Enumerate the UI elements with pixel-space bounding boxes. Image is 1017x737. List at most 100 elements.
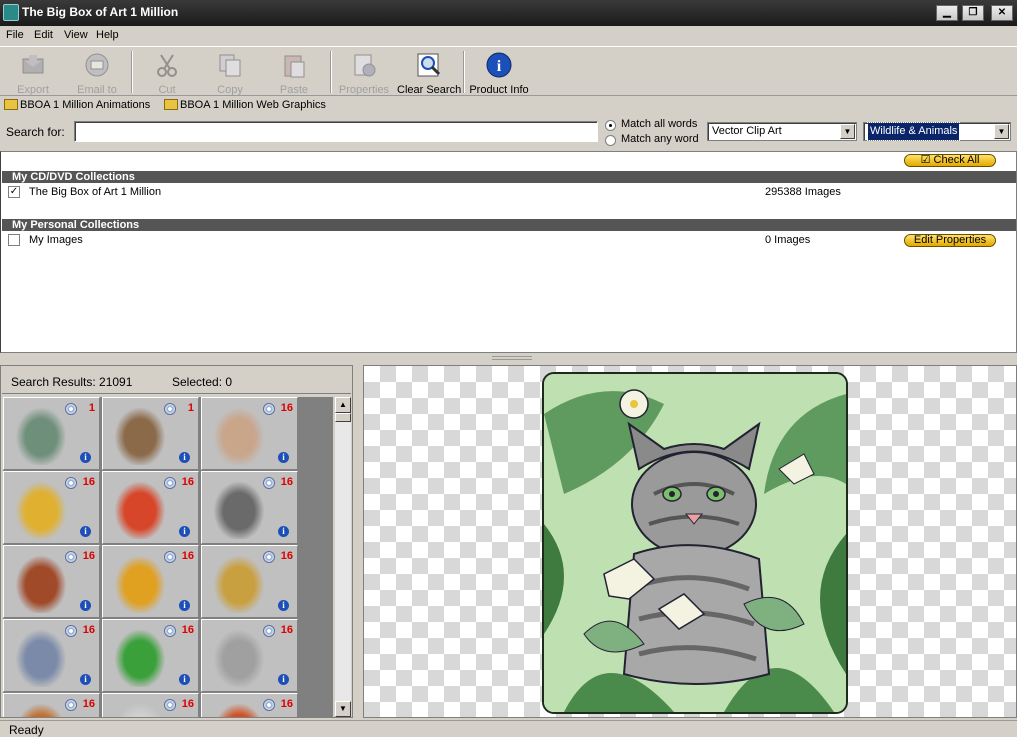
disc-icon [65,551,77,563]
properties-button[interactable]: Properties [338,49,390,96]
search-input[interactable] [74,121,598,142]
thumbnail-heron[interactable]: 16 i [201,619,298,692]
thumbnail-hippo[interactable]: 1i [102,397,199,470]
thumbnail-image [111,625,169,687]
collection-count: 0 Images [765,234,811,246]
check-all-button[interactable]: ☑ Check All [904,154,996,167]
disc-count: 16 [280,550,293,562]
collection-checkbox[interactable]: ✓ [8,186,20,198]
copy-button[interactable]: Copy [210,49,250,96]
cut-button[interactable]: Cut [147,49,187,96]
results-scrollbar[interactable]: ▲ ▼ [335,397,351,717]
paste-button[interactable]: Paste [274,49,314,96]
disc-icon [164,551,176,563]
disc-icon [263,699,275,711]
scroll-down-button[interactable]: ▼ [335,701,351,717]
info-icon[interactable]: i [179,674,190,685]
scroll-up-button[interactable]: ▲ [335,397,351,413]
thumbnail-image [111,551,169,613]
thumbnail-lion[interactable]: 16 i [3,471,100,544]
match-any-radio[interactable] [605,135,616,146]
info-icon[interactable]: i [179,452,190,463]
splitter-grip[interactable] [492,356,532,360]
info-icon[interactable]: i [278,452,289,463]
disc-count: 16 [181,476,194,488]
thumbnail-image [210,403,268,465]
match-all-radio[interactable] [605,120,616,131]
clear-search-icon [415,51,443,79]
product-info-button[interactable]: i Product Info [468,49,530,96]
disc-count: 16 [280,476,293,488]
thumbnail-dragon[interactable]: 16 i [102,619,199,692]
disc-icon [65,625,77,637]
thumbnail-image [12,551,70,613]
disc-count: 16 [280,624,293,636]
thumbnail-lynx-photo[interactable]: 1i [3,397,100,470]
menu-view[interactable]: View [64,29,88,41]
maximize-button[interactable]: ❐ [962,5,984,21]
thumbnail-horse[interactable]: 16 i [201,397,298,470]
search-bar: Search for: Match all words Match any wo… [0,117,1017,147]
results-panel: Search Results: 21091 Selected: 0 1 i 1 i 16… [0,365,353,718]
close-button[interactable]: ✕ [991,5,1013,21]
toolbar-separator [463,51,465,93]
menu-file[interactable]: File [6,29,24,41]
clear-search-button[interactable]: Clear Search [397,49,461,96]
thumbnail-shark[interactable]: 16 i [3,619,100,692]
info-icon[interactable]: i [179,600,190,611]
favorite-link[interactable]: BBOA 1 Million Animations [4,99,150,111]
svg-text:i: i [497,58,502,75]
collection-name: The Big Box of Art 1 Million [29,186,162,198]
clip-type-select[interactable]: Vector Clip Art ▼ [707,122,857,141]
thumbnail-bird[interactable]: 16i [3,693,100,717]
disc-icon [164,699,176,711]
thumbnail-image [12,625,70,687]
disc-count: 16 [181,698,194,710]
edit-properties-button[interactable]: Edit Properties [904,234,996,247]
thumbnail-bull[interactable]: 16 i [3,545,100,618]
cut-icon [153,51,181,79]
folder-icon [164,99,178,110]
scrollbar-thumb[interactable] [335,413,351,422]
mouse-pointer [868,303,880,317]
thumbnail-rooster[interactable]: 16 i [102,471,199,544]
thumbnail-image [210,699,268,717]
menu-help[interactable]: Help [96,29,119,41]
folder-icon [4,99,18,110]
panel-splitter[interactable] [0,353,1017,363]
menu-edit[interactable]: Edit [34,29,53,41]
info-icon[interactable]: i [179,526,190,537]
thumbnail-image [12,477,70,539]
info-icon[interactable]: i [80,452,91,463]
favorite-link[interactable]: BBOA 1 Million Web Graphics [164,99,326,111]
disc-count: 1 [187,402,194,414]
info-icon[interactable]: i [80,600,91,611]
thumbnail-snail[interactable]: 16 i [201,545,298,618]
category-select[interactable]: Wildlife & Animals ▼ [863,122,1011,141]
menu-bar: File Edit View Help [0,26,1017,46]
info-icon[interactable]: i [80,674,91,685]
thumbnail-zebra[interactable]: 16 i [201,471,298,544]
collection-count: 295388 Images [765,186,841,198]
thumbnail-mouse[interactable]: 16i [102,693,199,717]
email-to-button[interactable]: Email to [74,49,120,96]
disc-icon [263,403,275,415]
minimize-button[interactable]: ▁ [936,5,958,21]
disc-count: 16 [82,550,95,562]
app-icon [3,4,19,21]
thumbnail-tiger[interactable]: 16 i [102,545,199,618]
info-icon[interactable]: i [80,526,91,537]
collection-checkbox[interactable] [8,234,20,246]
info-icon[interactable]: i [278,600,289,611]
info-icon[interactable]: i [278,674,289,685]
disc-icon [263,551,275,563]
email-icon [83,51,111,79]
preview-panel [363,365,1017,718]
collections-panel: ☑ Check All My CD/DVD Collections ✓ The … [0,151,1017,353]
personal-collections-header: My Personal Collections [2,219,1016,231]
info-icon[interactable]: i [278,526,289,537]
thumbnail-fish[interactable]: 16i [201,693,298,717]
disc-count: 16 [280,402,293,414]
export-button[interactable]: Export [10,49,56,96]
selected-count: Selected: 0 [172,375,233,389]
